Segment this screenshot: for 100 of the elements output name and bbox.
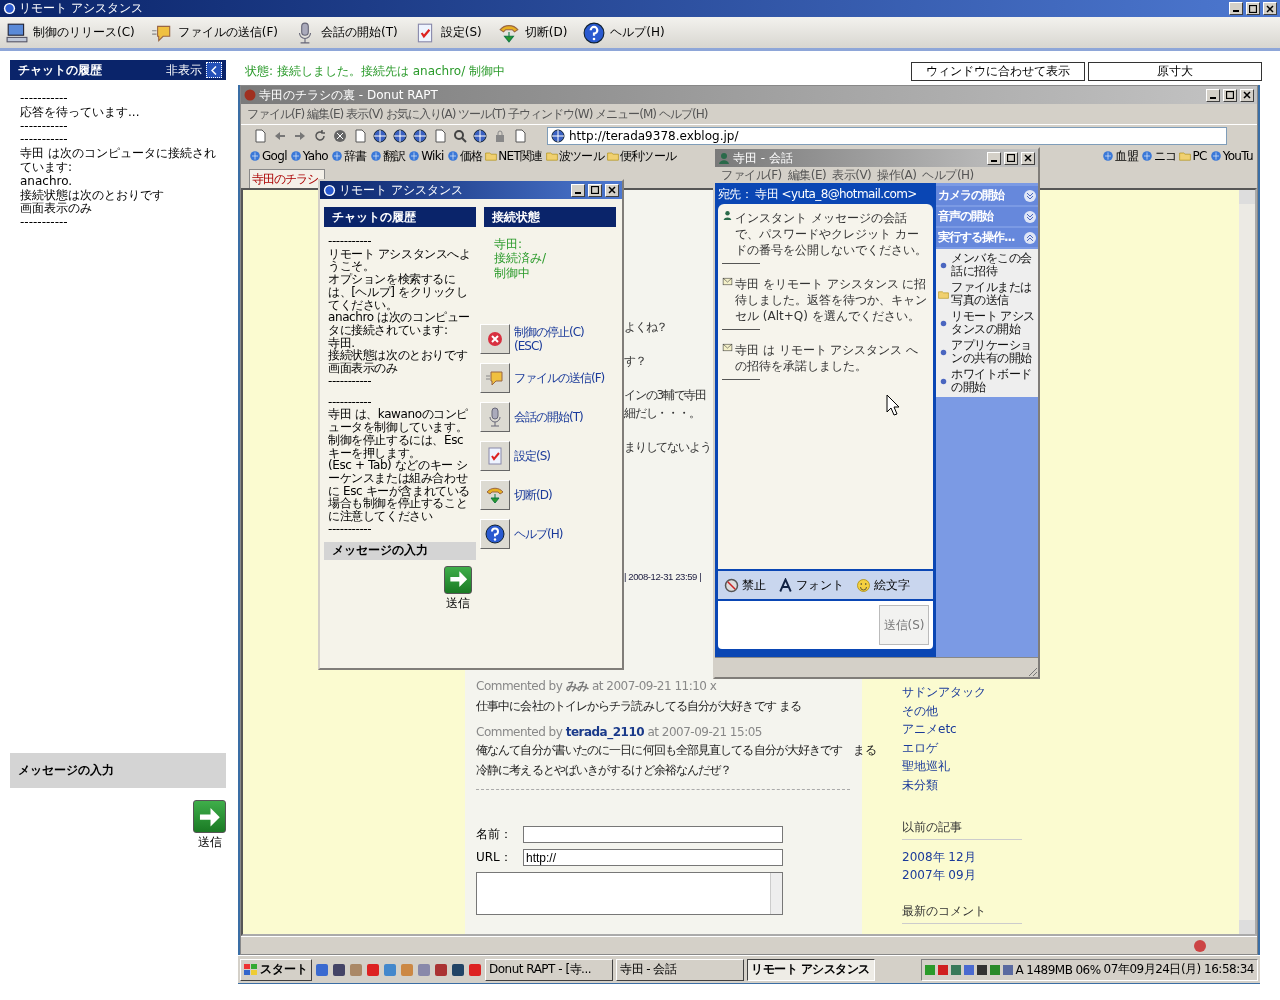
app-icon[interactable] <box>332 962 346 977</box>
globe-icon[interactable] <box>393 128 407 143</box>
category-link[interactable]: 未分類 <box>902 775 938 795</box>
tray-icon[interactable] <box>937 963 948 976</box>
category-link[interactable]: エロゲ <box>902 738 938 758</box>
search-icon[interactable] <box>453 128 467 143</box>
format-tool-button[interactable]: フォント <box>778 576 844 594</box>
close-button[interactable] <box>605 183 619 197</box>
menu-item[interactable]: ヘルプ(H) <box>659 105 708 123</box>
category-link[interactable]: 聖地巡礼 <box>902 757 950 776</box>
page-icon[interactable] <box>433 128 447 143</box>
action-button[interactable] <box>480 480 510 511</box>
task-link[interactable]: メンバをこの会話に招待 <box>951 252 1038 278</box>
globe-icon[interactable] <box>473 128 487 143</box>
favorite-link[interactable]: Yaho <box>289 149 328 163</box>
minimize-button[interactable] <box>571 183 585 197</box>
archive-link[interactable]: 2008年 12月 <box>902 847 976 867</box>
tray-icon[interactable] <box>976 963 987 976</box>
favorite-link[interactable]: 価格 <box>446 147 483 165</box>
toolbar-button[interactable]: 制御のリリース(C) <box>4 19 137 46</box>
minimize-button[interactable] <box>987 151 1001 165</box>
category-link[interactable]: サドンアタック <box>902 683 986 702</box>
app-icon[interactable] <box>366 962 380 977</box>
favorite-link[interactable]: 便利ツール <box>606 147 677 165</box>
favorite-link[interactable]: ニコ <box>1140 147 1177 165</box>
toolbar-button[interactable]: 切断(D) <box>495 19 570 46</box>
start-button[interactable]: スタート <box>240 958 312 981</box>
favorite-link[interactable]: YouTu <box>1209 149 1253 163</box>
app-icon[interactable] <box>434 962 448 977</box>
action-button[interactable] <box>480 402 510 433</box>
action-link[interactable]: 会話の開始(T) <box>514 409 583 425</box>
favorite-link[interactable]: 波ツール <box>545 147 604 165</box>
resize-grip-icon[interactable] <box>1026 665 1038 677</box>
globe-icon[interactable] <box>373 128 387 143</box>
maximize-button[interactable] <box>1004 151 1018 165</box>
taskbar-task[interactable]: 寺田 - 会話 <box>616 958 744 981</box>
send-button[interactable]: 送信(S) <box>879 605 929 645</box>
action-link[interactable]: 切断(D) <box>514 487 552 503</box>
browser-tab[interactable]: 寺田のチラシ <box>249 169 325 188</box>
menu-item[interactable]: ヘルプ(H) <box>922 166 974 184</box>
action-button[interactable] <box>480 324 510 355</box>
maximize-button[interactable] <box>1246 2 1260 15</box>
app-icon[interactable] <box>451 962 465 977</box>
app-icon[interactable] <box>468 962 482 977</box>
stop-icon[interactable] <box>333 128 347 143</box>
comment-field[interactable] <box>476 872 783 915</box>
task-link[interactable]: ホワイトボードの開始 <box>951 368 1038 394</box>
action-link[interactable]: ファイルの送信(F) <box>514 370 605 386</box>
category-link[interactable]: その他 <box>902 701 938 721</box>
page-icon[interactable] <box>353 128 367 143</box>
name-field[interactable] <box>523 826 783 843</box>
toolbar-button[interactable]: ファイルの送信(F) <box>148 19 280 46</box>
address-field[interactable]: http://terada9378.exblog.jp/ <box>547 126 1227 145</box>
send-button[interactable] <box>193 800 226 834</box>
menu-item[interactable]: 表示(V) <box>346 105 383 123</box>
app-icon[interactable] <box>315 962 329 977</box>
menu-item[interactable]: 編集(E) <box>787 166 827 184</box>
url-field[interactable]: http:// <box>523 849 783 866</box>
task-link[interactable]: アプリケーションの共有の開始 <box>951 339 1038 365</box>
action-link[interactable]: 設定(S) <box>514 448 550 464</box>
close-button[interactable] <box>1021 151 1035 165</box>
category-link[interactable]: アニメetc <box>902 720 957 739</box>
taskbar-task[interactable]: Donut RAPT - [寺... <box>485 958 613 981</box>
view-button[interactable]: ウィンドウに合わせて表示 <box>911 61 1085 81</box>
action-button[interactable] <box>480 441 510 472</box>
favorite-link[interactable]: Gogl <box>249 149 287 163</box>
format-tool-button[interactable]: 絵文字 <box>856 576 910 594</box>
action-button[interactable] <box>480 363 510 394</box>
menu-item[interactable]: 表示(V) <box>832 166 872 184</box>
menu-item[interactable]: 編集(E) <box>307 105 344 123</box>
send-button[interactable] <box>444 565 472 594</box>
toolbar-button[interactable]: 設定(S) <box>411 19 484 46</box>
archive-link[interactable]: 2007年 09月 <box>902 866 976 885</box>
toolbar-button[interactable]: 会話の開始(T) <box>292 19 400 46</box>
maximize-button[interactable] <box>1223 88 1237 102</box>
favorite-link[interactable]: PC <box>1179 149 1207 163</box>
menu-item[interactable]: お気に入り(A) <box>385 105 456 123</box>
view-button[interactable]: 原寸大 <box>1088 61 1262 81</box>
close-button[interactable] <box>1263 2 1277 15</box>
action-button[interactable] <box>480 519 510 550</box>
scrollbar[interactable] <box>1239 190 1255 934</box>
menu-item[interactable]: 操作(A) <box>877 166 917 184</box>
favorite-link[interactable]: 翻訳 <box>369 147 406 165</box>
menu-item[interactable]: 子ウィンドウ(W) <box>508 105 593 123</box>
maximize-button[interactable] <box>588 183 602 197</box>
format-tool-button[interactable]: 禁止 <box>724 576 766 594</box>
minimize-button[interactable] <box>1206 88 1220 102</box>
close-button[interactable] <box>1240 88 1254 102</box>
menu-item[interactable]: ファイル(F) <box>721 166 782 184</box>
globe-icon[interactable] <box>551 128 565 143</box>
minimize-button[interactable] <box>1229 2 1243 15</box>
page-icon[interactable] <box>513 128 527 143</box>
hide-button[interactable] <box>206 62 222 78</box>
page-icon[interactable] <box>253 128 267 143</box>
taskbar-task[interactable]: リモート アシスタンス <box>747 958 875 981</box>
favorite-link[interactable]: Wiki <box>408 149 444 163</box>
action-link[interactable]: 制御の停止(C) (ESC) <box>514 324 584 354</box>
action-link[interactable]: ヘルプ(H) <box>514 526 563 542</box>
message-field[interactable]: 送信(S) <box>718 601 933 649</box>
menu-item[interactable]: ツール(T) <box>458 105 506 123</box>
